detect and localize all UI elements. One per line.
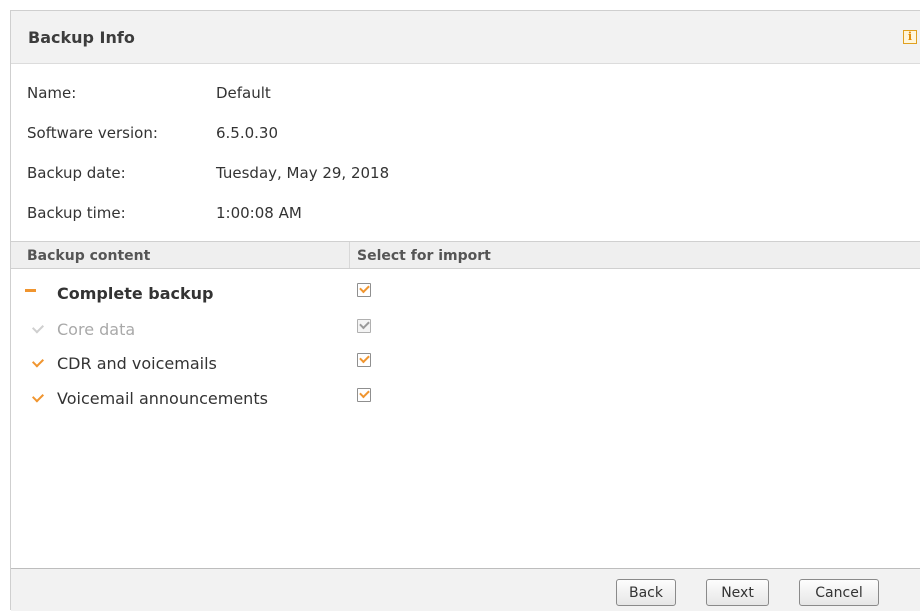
next-button[interactable]: Next — [706, 579, 769, 606]
panel-header: Backup Info i — [11, 11, 920, 64]
name-label: Name: — [27, 84, 77, 102]
check-icon — [31, 355, 45, 368]
info-icon[interactable]: i — [903, 30, 917, 44]
backup-info-panel: Backup Info i Name: Default Software ver… — [10, 10, 920, 611]
version-label: Software version: — [27, 124, 158, 142]
check-icon — [359, 352, 370, 364]
cancel-button[interactable]: Cancel — [799, 579, 879, 606]
checkbox-complete-backup[interactable] — [357, 282, 371, 297]
check-icon — [359, 282, 370, 294]
date-label: Backup date: — [27, 164, 126, 182]
checkbox-core-data — [357, 318, 371, 333]
time-label: Backup time: — [27, 204, 126, 222]
date-value: Tuesday, May 29, 2018 — [216, 164, 390, 182]
row-label-complete-backup: Complete backup — [57, 284, 214, 303]
table-header: Backup content Select for import — [11, 241, 920, 269]
column-divider — [349, 242, 350, 268]
table-row-core-data: Core data — [11, 314, 920, 344]
column-header-content: Backup content — [27, 248, 151, 264]
time-value: 1:00:08 AM — [216, 204, 302, 222]
checkbox-voicemail-announcements[interactable] — [357, 387, 371, 402]
version-value: 6.5.0.30 — [216, 124, 279, 142]
name-value: Default — [216, 84, 271, 102]
dialog-footer: Back Next Cancel — [11, 568, 920, 611]
panel-title: Backup Info — [28, 28, 135, 47]
check-icon — [359, 318, 370, 330]
check-icon — [359, 387, 370, 399]
collapse-icon[interactable] — [25, 289, 36, 292]
table-row-complete-backup: Complete backup — [11, 278, 920, 308]
column-header-select: Select for import — [357, 248, 491, 264]
checkbox-cdr-voicemails[interactable] — [357, 352, 371, 367]
table-row-voicemail-announcements: Voicemail announcements — [11, 383, 920, 413]
table-row-cdr-voicemails: CDR and voicemails — [11, 348, 920, 378]
back-button[interactable]: Back — [616, 579, 676, 606]
row-label-core-data: Core data — [57, 320, 136, 339]
check-icon — [31, 390, 45, 403]
check-icon — [31, 321, 45, 334]
row-label-voicemail-announcements: Voicemail announcements — [57, 389, 268, 408]
row-label-cdr-voicemails: CDR and voicemails — [57, 354, 217, 373]
